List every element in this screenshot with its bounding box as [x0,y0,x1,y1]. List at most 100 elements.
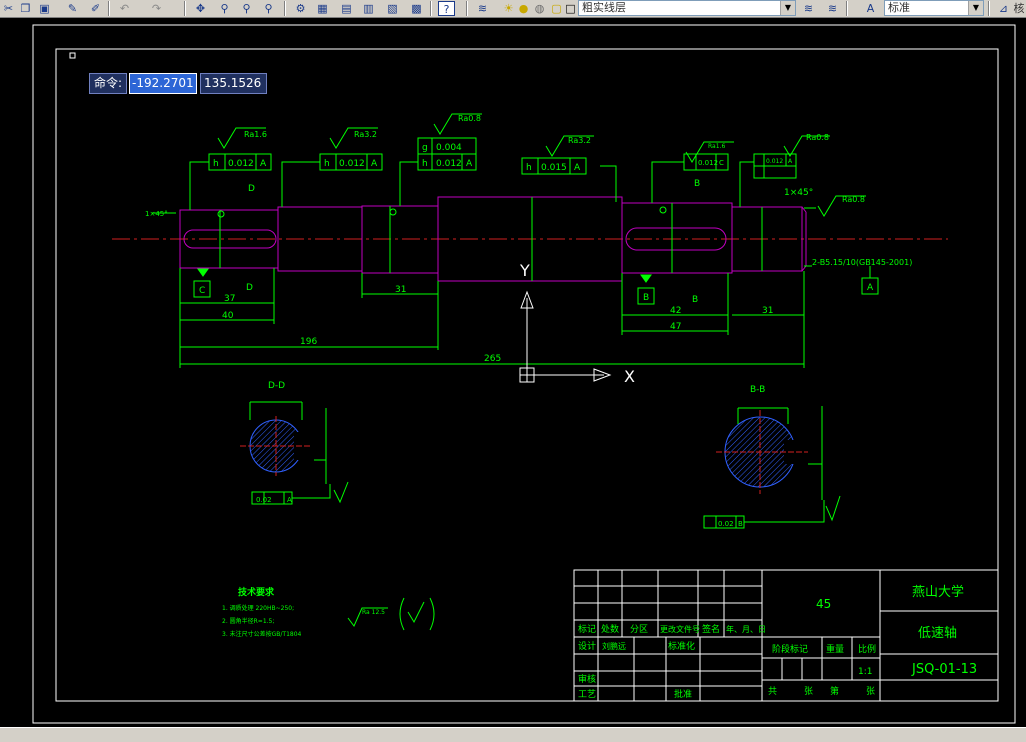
pan-icon[interactable]: ✥ [192,1,209,16]
zoom-window-icon[interactable]: ⚲ [238,1,255,16]
x-coordinate-input[interactable]: -192.2701 [129,73,198,94]
section-bb-view: B-B 0.02 B [703,385,841,529]
tol4-value: 0.015 [541,163,567,173]
help-icon[interactable]: ? [438,1,455,16]
design-center-icon[interactable]: ▦ [314,1,331,16]
dim-196: 196 [300,337,317,347]
dynamic-input[interactable]: 命令: -192.2701 135.1526 [89,73,268,94]
section-d-bottom: D [246,283,253,293]
header-zone: 分区 [630,624,648,635]
tol2-ref: A [371,159,378,169]
section-dd-tol-ref: A [287,496,292,504]
dim-40: 40 [222,311,234,321]
process-label: 工艺 [578,689,596,700]
text-style-select[interactable]: 标准 ▼ [884,0,984,16]
zoom-previous-icon[interactable]: ⚲ [260,1,277,16]
chevron-down-icon[interactable]: ▼ [968,1,983,15]
make-current-layer-icon[interactable]: ≋ [800,1,817,16]
section-b-top: B [694,179,700,189]
dimension-lines [179,268,805,368]
copy-icon[interactable]: ❐ [17,1,34,16]
ucs-icon [519,290,612,383]
y-coordinate-input[interactable]: 135.1526 [200,73,268,94]
tol4-symbol: h [526,163,532,173]
sheet-outer-frame [32,24,1016,724]
design-label: 设计 [578,640,596,652]
ucs-labels: Y X [519,261,635,386]
dim-style-icon[interactable]: ⊿ [995,1,1012,16]
layer-select[interactable]: 粗实线层 ▼ [578,0,796,16]
match-properties-icon[interactable]: ✐ [87,1,104,16]
section-bb-title: B-B [750,385,765,395]
cut-icon[interactable]: ✂ [0,1,17,16]
markup-icon[interactable]: ▧ [384,1,401,16]
section-bb-tol-ref: B [738,520,743,528]
sheet-unit: 张 [866,686,875,697]
drawing-canvas[interactable]: 37 40 31 196 42 47 31 265 Ra1.6 Ra3.2 Ra… [0,18,1026,727]
sheet-set-icon[interactable]: ▥ [360,1,377,16]
datum-labels: C B A [199,283,874,303]
tol1-ref: A [260,159,267,169]
command-label: 命令: [89,73,128,94]
dim-265: 265 [484,354,501,364]
view-labels: 1×45° 1×45° D D B B 2-B5.15/10(GB145-200… [145,179,912,305]
tol1-symbol: h [213,159,219,169]
roughness-ra125: Ra 12.5 [362,609,385,616]
layer-color-icon[interactable]: □ [562,1,579,16]
roughness-ra08c: Ra0.8 [842,195,865,204]
dimension-values: 37 40 31 196 42 47 31 265 [222,285,773,364]
cursor-pickbox [69,52,76,59]
weight-label: 重量 [826,643,844,655]
designer-name: 刘鹏远 [602,641,626,651]
chevron-down-icon[interactable]: ▼ [780,1,795,15]
zoom-realtime-icon[interactable]: ⚲ [216,1,233,16]
undo-icon[interactable]: ↶ [116,1,133,16]
tool-palette-icon[interactable]: ▤ [338,1,355,16]
layer-freeze-icon[interactable]: ● [515,1,532,16]
university-name: 燕山大学 [912,584,964,600]
layer-viewport-icon[interactable]: ◍ [531,1,548,16]
part-name: 低速轴 [918,626,957,641]
layer-previous-icon[interactable]: ≋ [824,1,841,16]
chamfer-right: 1×45° [784,188,813,198]
scale-value: 1:1 [858,667,872,677]
technical-requirements: 技术要求 1. 调质处理 220HB~250; 2. 圆角半径R=1.5; 3.… [222,586,302,638]
brush-icon[interactable]: ✎ [64,1,81,16]
dim-31a: 31 [395,285,406,295]
tol5-value: 0.012 [698,159,718,167]
tech-req-line3: 3. 未注尺寸公差按GB/T1804 [222,630,302,638]
header-mark: 标记 [578,623,596,635]
roughness-ra32a: Ra3.2 [354,130,377,139]
redo-icon[interactable]: ↷ [148,1,165,16]
tech-req-title: 技术要求 [238,586,275,598]
tol6-value: 0.012 [766,158,783,165]
layer-manager-icon[interactable]: ≋ [474,1,491,16]
title-block-text: 45 燕山大学 低速轴 JSQ-01-13 比例 1:1 重量 阶段标记 标记 … [578,584,977,700]
header-doc: 更改文件号 [660,624,700,634]
header-count: 处数 [601,623,619,635]
standardization-label: 标准化 [668,640,695,652]
text-style-value: 标准 [888,1,910,14]
approve-label: 批准 [674,688,692,700]
tol3a-symbol: g [422,143,428,153]
layer-select-value: 粗实线层 [582,1,626,14]
review-label: 审核 [578,673,596,685]
text-style-icon[interactable]: A [862,1,879,16]
datum-boxes [193,266,879,305]
properties-icon[interactable]: ⚙ [292,1,309,16]
tolerance-texts: h 0.012 A h 0.012 A g 0.004 h 0.012 A h … [213,143,793,173]
roughness-labels: Ra1.6 Ra3.2 Ra0.8 Ra3.2 Ra1.6 Ra0.8 Ra0.… [244,114,865,616]
section-dd-title: D-D [268,381,285,391]
paste-icon[interactable]: ▣ [36,1,53,16]
drawing-number: JSQ-01-13 [911,662,977,677]
calculator-icon[interactable]: ▩ [408,1,425,16]
tol3b-symbol: h [422,159,428,169]
dim-31b: 31 [762,306,773,316]
roughness-ra32b: Ra3.2 [568,136,591,145]
datum-c: C [199,286,205,296]
roughness-ra16: Ra1.6 [244,130,267,139]
section-dd-tol-value: 0.02 [256,496,272,504]
roughness-ra08a: Ra0.8 [458,114,481,123]
material-value: 45 [816,597,831,611]
general-roughness-symbol [347,597,435,631]
